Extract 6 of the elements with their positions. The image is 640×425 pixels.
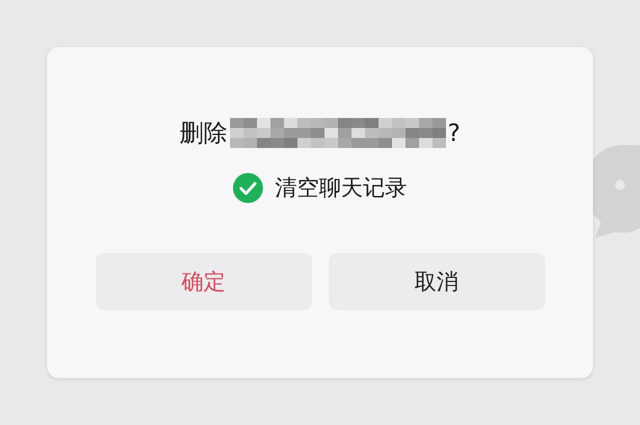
question-mark: ?	[448, 119, 460, 147]
cancel-button[interactable]: 取消	[328, 253, 544, 310]
dialog-title: 删除	[180, 118, 228, 149]
checkbox-label: 清空聊天记录	[275, 175, 407, 203]
checkbox[interactable]	[233, 173, 263, 203]
confirm-button[interactable]: 确定	[96, 253, 312, 310]
